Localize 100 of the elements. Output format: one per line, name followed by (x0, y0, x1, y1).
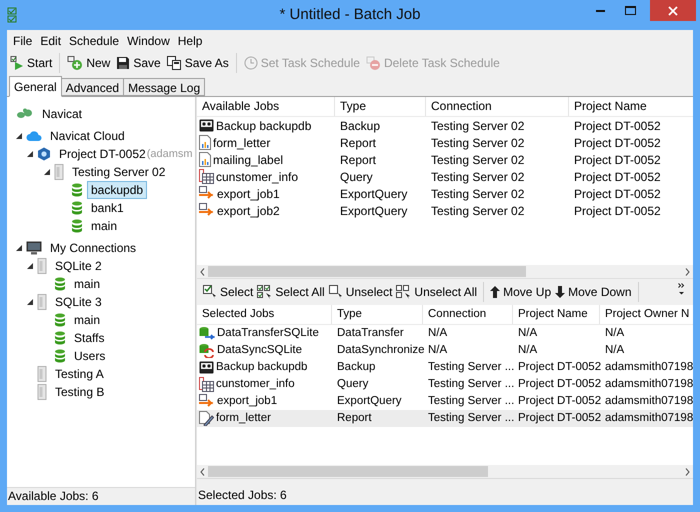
table-cell-text: adamsmith07198 (605, 360, 693, 375)
collapse-icon[interactable] (16, 133, 22, 139)
table-cell-text: Project DT-0052 (574, 168, 661, 186)
table-cell-text: cunstomer_info (216, 168, 298, 186)
maximize-icon[interactable] (625, 6, 636, 15)
menu-item[interactable]: Schedule (65, 33, 124, 49)
table-cell-text: Testing Server 02 (431, 168, 524, 186)
table-row[interactable]: export_job1 ExportQuery Testing Server ... Project DT-0052 adamsmith07198 (197, 393, 693, 410)
close-button[interactable] (650, 0, 696, 21)
tree-item[interactable]: bank1 (87, 199, 128, 217)
table-icon (199, 169, 214, 184)
tree-item[interactable]: main (70, 275, 104, 293)
table-cell-text: Testing Server ... (428, 360, 514, 375)
table-cell-text: Project DT-0052 (518, 394, 602, 409)
column-header[interactable]: Type (332, 305, 423, 324)
toolbar-button[interactable]: Select All (255, 281, 327, 303)
arrow-down-icon (555, 286, 566, 298)
close-icon[interactable] (668, 6, 678, 16)
tree-item[interactable]: Testing A (51, 365, 108, 383)
scroll-right-icon[interactable] (685, 468, 690, 476)
owner-text: (adamsm (146, 146, 193, 162)
scrollbar-thumb[interactable] (208, 266, 526, 277)
tree-item[interactable]: backupdb (87, 181, 148, 199)
column-header[interactable]: Project Name (513, 305, 600, 324)
toolbar-button[interactable]: Unselect (326, 281, 394, 303)
database-sync-icon (199, 343, 215, 358)
table-cell-text: Testing Server ... (428, 394, 514, 409)
column-header[interactable]: Type (335, 97, 426, 116)
table-row[interactable]: form_letter Report Testing Server ... Project DT-0052 adamsmith07198 (197, 410, 693, 427)
scroll-right-icon[interactable] (685, 268, 690, 276)
collapse-icon[interactable] (44, 169, 50, 175)
toolbar-button[interactable]: Select (201, 281, 256, 303)
collapse-icon[interactable] (27, 151, 33, 157)
database-icon (54, 349, 66, 363)
table-row[interactable]: Backup backupdb Backup Testing Server ... Project DT-0052 adamsmith07198 (197, 359, 693, 376)
column-header[interactable]: Project Name (569, 97, 693, 116)
table-row[interactable]: DataSyncSQLite DataSynchronize N/A N/A N/A (197, 342, 693, 359)
collapse-icon[interactable] (27, 263, 33, 269)
minimize-icon[interactable] (596, 10, 605, 12)
table-arrow-icon (199, 186, 215, 201)
column-header[interactable]: Connection (426, 97, 569, 116)
tab[interactable]: Advanced (60, 78, 124, 96)
report-icon (199, 135, 211, 150)
collapse-icon[interactable] (16, 245, 22, 251)
tree-item[interactable]: SQLite 3 (51, 293, 106, 311)
database-icon (71, 201, 83, 215)
tree-item[interactable]: Testing B (51, 383, 108, 401)
toolbar-button[interactable]: New (64, 52, 114, 74)
scroll-left-icon[interactable] (200, 468, 205, 476)
database-icon (54, 313, 66, 327)
tree-item[interactable]: main (70, 311, 104, 329)
table-cell-text: Testing Server 02 (431, 202, 524, 220)
menu-item[interactable]: Edit (36, 33, 66, 49)
tree-item[interactable]: Navicat (38, 105, 86, 123)
table-row[interactable]: DataTransferSQLite DataTransfer N/A N/A N/A (197, 325, 693, 342)
menu-item[interactable]: Help (174, 33, 206, 49)
cloud-icon (26, 130, 42, 142)
table-cell-text: N/A (428, 326, 448, 341)
table-arrow-icon (199, 394, 215, 409)
table-cell-text: adamsmith07198 (605, 410, 693, 426)
tree-item[interactable]: Navicat Cloud (46, 127, 129, 145)
tree-item[interactable]: SQLite 2 (51, 257, 106, 275)
table-cell-text: Project DT-0052 (574, 152, 661, 168)
floppy-icon (116, 56, 130, 70)
server-icon (37, 258, 47, 274)
tab[interactable]: Message Log (123, 78, 206, 96)
table-cell-text: adamsmith07198 (605, 376, 693, 392)
table-arrow-icon (199, 203, 215, 218)
table-cell-text: Backup backupdb (216, 360, 308, 375)
tree-item[interactable]: Testing Server 02 (68, 163, 170, 181)
menu-item[interactable]: File (9, 33, 36, 49)
table-cell-text: Testing Server 02 (431, 152, 524, 168)
column-header[interactable]: Connection (423, 305, 513, 324)
toolbar-button[interactable]: Move Down (553, 281, 634, 303)
toolbar-button[interactable]: Unselect All (394, 281, 480, 303)
table-row[interactable]: cunstomer_info Query Testing Server ... Project DT-0052 adamsmith07198 (197, 376, 693, 393)
column-header[interactable]: Available Jobs (197, 97, 335, 116)
monitor-icon (26, 241, 42, 255)
scrollbar-thumb[interactable] (208, 466, 488, 477)
toolbar-button[interactable]: Move Up (488, 281, 554, 303)
table-cell-text: ExportQuery (337, 394, 402, 409)
scroll-left-icon[interactable] (200, 268, 205, 276)
table-cell-text: DataSynchronize (337, 342, 425, 358)
column-header[interactable]: Selected Jobs (197, 305, 332, 324)
toolbar-button[interactable]: Start (7, 52, 56, 74)
column-header[interactable]: Project Owner N (600, 305, 693, 324)
table-cell-text: ExportQuery (340, 186, 408, 202)
tree-item[interactable]: Staffs (70, 329, 108, 347)
toolbar-button[interactable]: Save As (164, 52, 232, 74)
window-title: * Untitled - Batch Job (278, 4, 422, 25)
tree-item[interactable]: My Connections (46, 239, 140, 257)
add-icon (67, 56, 84, 70)
collapse-icon[interactable] (27, 299, 33, 305)
toolbar-button[interactable]: Save (113, 52, 164, 74)
tree-item[interactable]: Users (70, 347, 110, 365)
delete-icon (366, 56, 381, 70)
menu-item[interactable]: Window (123, 33, 174, 49)
tab[interactable]: General (9, 76, 62, 97)
tree-item[interactable]: main (87, 217, 122, 235)
database-icon (71, 183, 83, 197)
